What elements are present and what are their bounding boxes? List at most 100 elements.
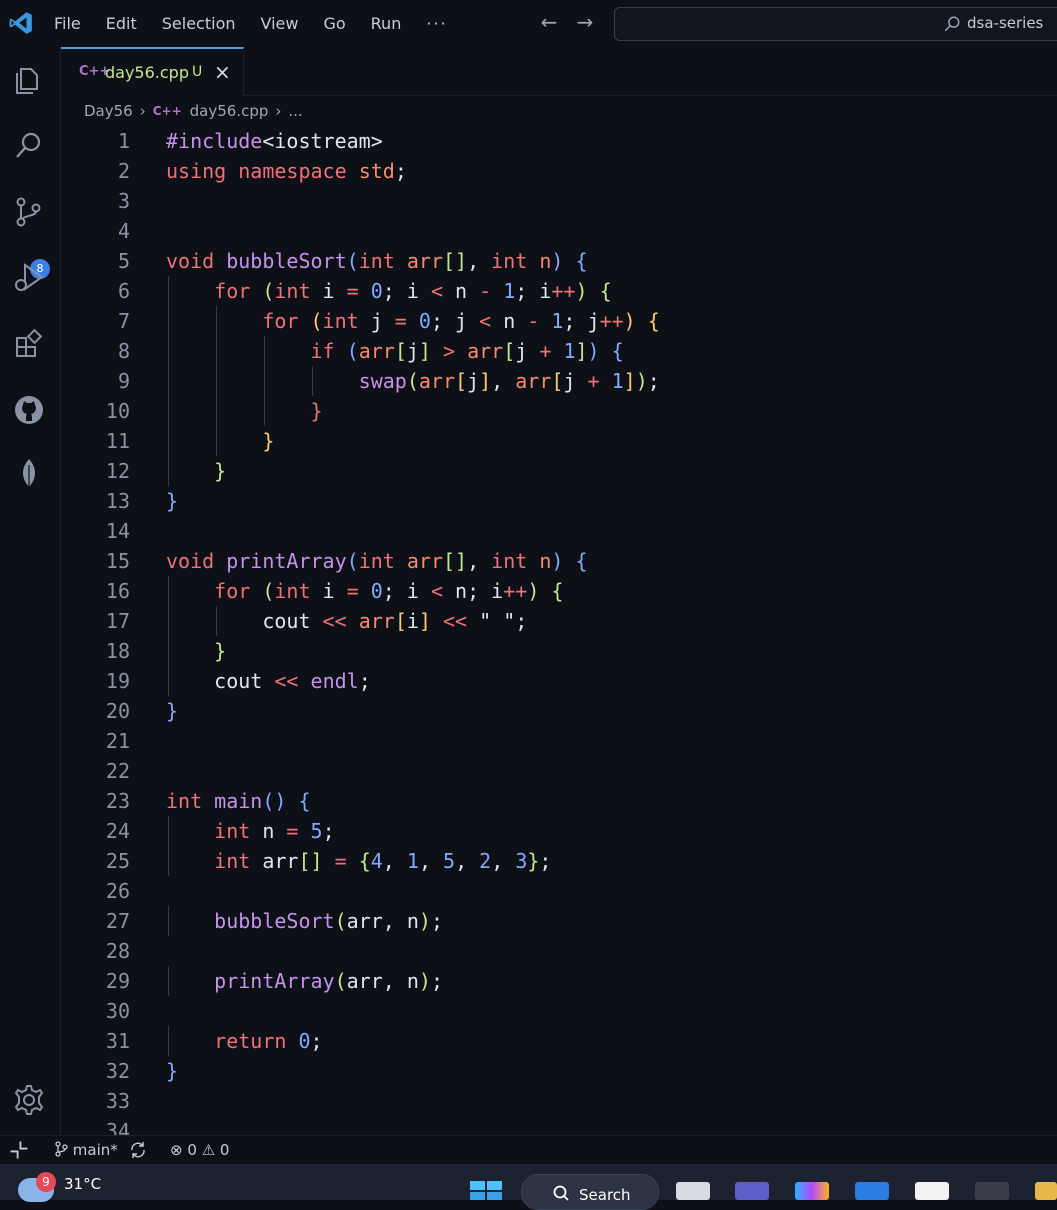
breadcrumb-file[interactable]: day56.cpp (190, 102, 269, 120)
code-line[interactable]: 9 swap(arr[j], arr[j + 1]); (61, 366, 1057, 396)
code-line[interactable]: 19 cout << endl; (61, 666, 1057, 696)
code-token: ] (575, 339, 588, 363)
code-token: namespace (238, 159, 347, 183)
forward-arrow-icon[interactable]: → (573, 10, 597, 34)
line-number: 14 (105, 519, 130, 543)
code-line[interactable]: 30 (61, 996, 1057, 1026)
code-line[interactable]: 31 return 0; (61, 1026, 1057, 1056)
code-token: for (262, 309, 299, 333)
line-number: 3 (117, 189, 130, 213)
menu-run[interactable]: Run (371, 14, 402, 33)
menu-edit[interactable]: Edit (106, 14, 137, 33)
code-editor[interactable]: 1 #include<iostream> 2 using namespace std;… (61, 125, 1057, 1135)
line-number: 15 (105, 549, 130, 573)
indent-guide (168, 276, 169, 306)
code-line[interactable]: 13} (61, 486, 1057, 516)
sync-icon[interactable] (128, 1140, 148, 1160)
code-line[interactable]: 5 void bubbleSort(int arr[], int n) { (61, 246, 1057, 276)
breadcrumb-symbols[interactable]: ... (288, 102, 302, 120)
indent-guide (216, 606, 218, 636)
code-line[interactable]: 29 printArray(arr, n); (61, 966, 1057, 996)
code-token: ( (346, 549, 359, 573)
code-line[interactable]: 15 void printArray(int arr[], int n) { (61, 546, 1057, 576)
code-line[interactable]: 4 (61, 216, 1057, 246)
indent-guide (216, 336, 218, 366)
code-line[interactable]: 10 } (61, 396, 1057, 426)
indent-guide (168, 426, 169, 456)
task-view-icon[interactable] (676, 1182, 710, 1200)
menu-selection[interactable]: Selection (162, 14, 236, 33)
code-line[interactable]: 2 using namespace std; (61, 156, 1057, 186)
file-explorer-icon[interactable] (1035, 1182, 1057, 1200)
search-sidebar-icon[interactable] (12, 129, 46, 163)
code-token: = (346, 279, 359, 303)
line-number: 27 (105, 909, 130, 933)
temperature[interactable]: 31°C (64, 1175, 101, 1193)
store-icon[interactable] (915, 1182, 949, 1200)
azure-icon[interactable] (855, 1182, 889, 1200)
code-line[interactable]: 33 (61, 1086, 1057, 1116)
code-token: j (442, 309, 480, 333)
code-line[interactable]: 22 (61, 756, 1057, 786)
run-debug-icon[interactable] (12, 261, 46, 295)
settings-gear-icon[interactable] (12, 1083, 46, 1117)
taskbar-search[interactable]: Search (521, 1174, 659, 1210)
windows-start-icon[interactable] (469, 1180, 503, 1200)
terminal-icon[interactable] (975, 1182, 1009, 1200)
close-icon[interactable]: × (214, 60, 231, 84)
menu-file[interactable]: File (54, 14, 81, 33)
branch-indicator[interactable]: main* (54, 1141, 118, 1159)
code-line[interactable]: 28 (61, 936, 1057, 966)
code-line[interactable]: 18 } (61, 636, 1057, 666)
line-number: 21 (105, 729, 130, 753)
copilot-icon[interactable] (795, 1182, 829, 1200)
code-line[interactable]: 17 cout << arr[i] << " "; (61, 606, 1057, 636)
code-line[interactable]: 12 } (61, 456, 1057, 486)
line-number: 33 (105, 1089, 130, 1113)
code-line[interactable]: 24 int n = 5; (61, 816, 1057, 846)
code-line[interactable]: 8 if (arr[j] > arr[j + 1]) { (61, 336, 1057, 366)
code-line[interactable]: 26 (61, 876, 1057, 906)
code-line[interactable]: 7 for (int j = 0; j < n - 1; j++) { (61, 306, 1057, 336)
code-line[interactable]: 20} (61, 696, 1057, 726)
code-line[interactable]: 3 (61, 186, 1057, 216)
code-line[interactable]: 11 } (61, 426, 1057, 456)
code-text: for (int i = 0; i < n - 1; i++) { (166, 276, 611, 306)
indent-guide (168, 906, 169, 936)
command-center[interactable]: dsa-series (614, 7, 1057, 41)
code-line[interactable]: 16 for (int i = 0; i < n; i++) { (61, 576, 1057, 606)
code-line[interactable]: 1 #include<iostream> (61, 126, 1057, 156)
tab-day56-cpp[interactable]: C++ day56.cpp U × (61, 47, 244, 97)
source-control-icon[interactable] (12, 195, 46, 229)
code-token: return (214, 1029, 287, 1053)
code-line[interactable]: 25 int arr[] = {4, 1, 5, 2, 3}; (61, 846, 1057, 876)
code-token: ; (430, 309, 443, 333)
back-arrow-icon[interactable]: ← (537, 10, 561, 34)
title-bar: File Edit Selection View Go Run ··· ← → … (0, 0, 1057, 47)
github-icon[interactable] (12, 393, 46, 427)
extensions-icon[interactable] (12, 327, 46, 361)
breadcrumb-folder[interactable]: Day56 (84, 102, 133, 120)
code-line[interactable]: 6 for (int i = 0; i < n - 1; i++) { (61, 276, 1057, 306)
menu-more[interactable]: ··· (426, 14, 447, 33)
code-token: i (310, 279, 347, 303)
menu-go[interactable]: Go (323, 14, 345, 33)
code-line[interactable]: 14 (61, 516, 1057, 546)
code-line[interactable]: 23 int main() { (61, 786, 1057, 816)
explorer-icon[interactable] (12, 63, 46, 97)
code-token: , (491, 369, 516, 393)
code-line[interactable]: 27 bubbleSort(arr, n); (61, 906, 1057, 936)
code-line[interactable]: 21 (61, 726, 1057, 756)
problems-indicator[interactable]: ⊗ 0 ⚠ 0 (170, 1141, 229, 1159)
teams-icon[interactable] (735, 1182, 769, 1200)
code-text: for (int j = 0; j < n - 1; j++) { (166, 306, 659, 336)
remote-icon[interactable] (0, 1136, 40, 1165)
code-token: , (491, 849, 516, 873)
code-token: std (358, 159, 395, 183)
menu-view[interactable]: View (261, 14, 299, 33)
code-line[interactable]: 34 (61, 1116, 1057, 1135)
mongodb-leaf-icon[interactable] (12, 457, 46, 491)
code-line[interactable]: 32} (61, 1056, 1057, 1086)
